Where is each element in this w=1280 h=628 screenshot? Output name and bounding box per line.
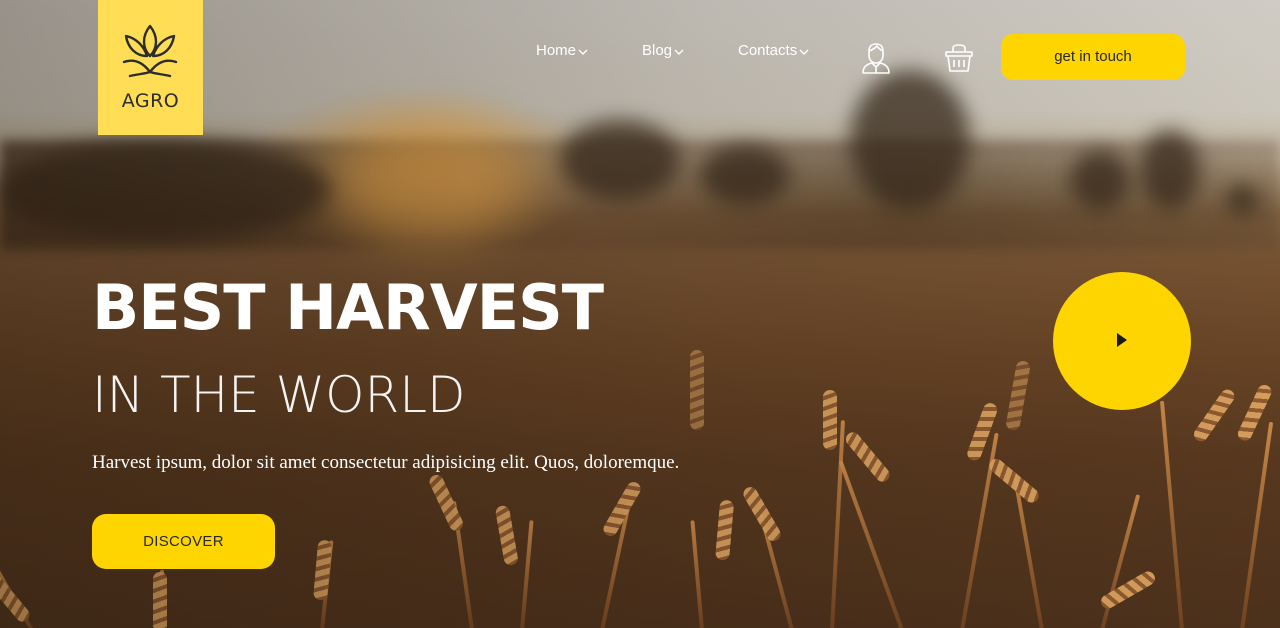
play-icon [1117,333,1127,347]
hero-subheadline: IN THE WORLD [92,362,466,428]
nav-item-label: Contacts [738,42,798,59]
discover-button[interactable]: DISCOVER [92,514,275,569]
user-profile-icon[interactable] [861,42,891,79]
hero-headline: BEST HARVEST [92,271,604,344]
chevron-down-icon [674,43,684,60]
hero-description: Harvest ipsum, dolor sit amet consectetu… [92,452,680,473]
nav-item-contacts[interactable]: Contacts [738,42,809,60]
hero-subheadline-text: IN THE WORLD [92,366,466,424]
chevron-down-icon [799,43,809,60]
nav-item-label: Blog [642,42,673,59]
brand-logo[interactable]: AGRO [98,0,203,135]
nav-item-label: Home [536,42,577,59]
nav-item-home[interactable]: Home [536,42,588,60]
play-video-button[interactable] [1053,272,1191,410]
nav-item-blog[interactable]: Blog [642,42,684,60]
brand-name: AGRO [121,90,180,112]
chevron-down-icon [578,43,588,60]
basket-icon[interactable] [944,43,974,78]
wheat-sprout-icon [122,24,178,78]
get-in-touch-button[interactable]: get in touch [1001,34,1185,80]
